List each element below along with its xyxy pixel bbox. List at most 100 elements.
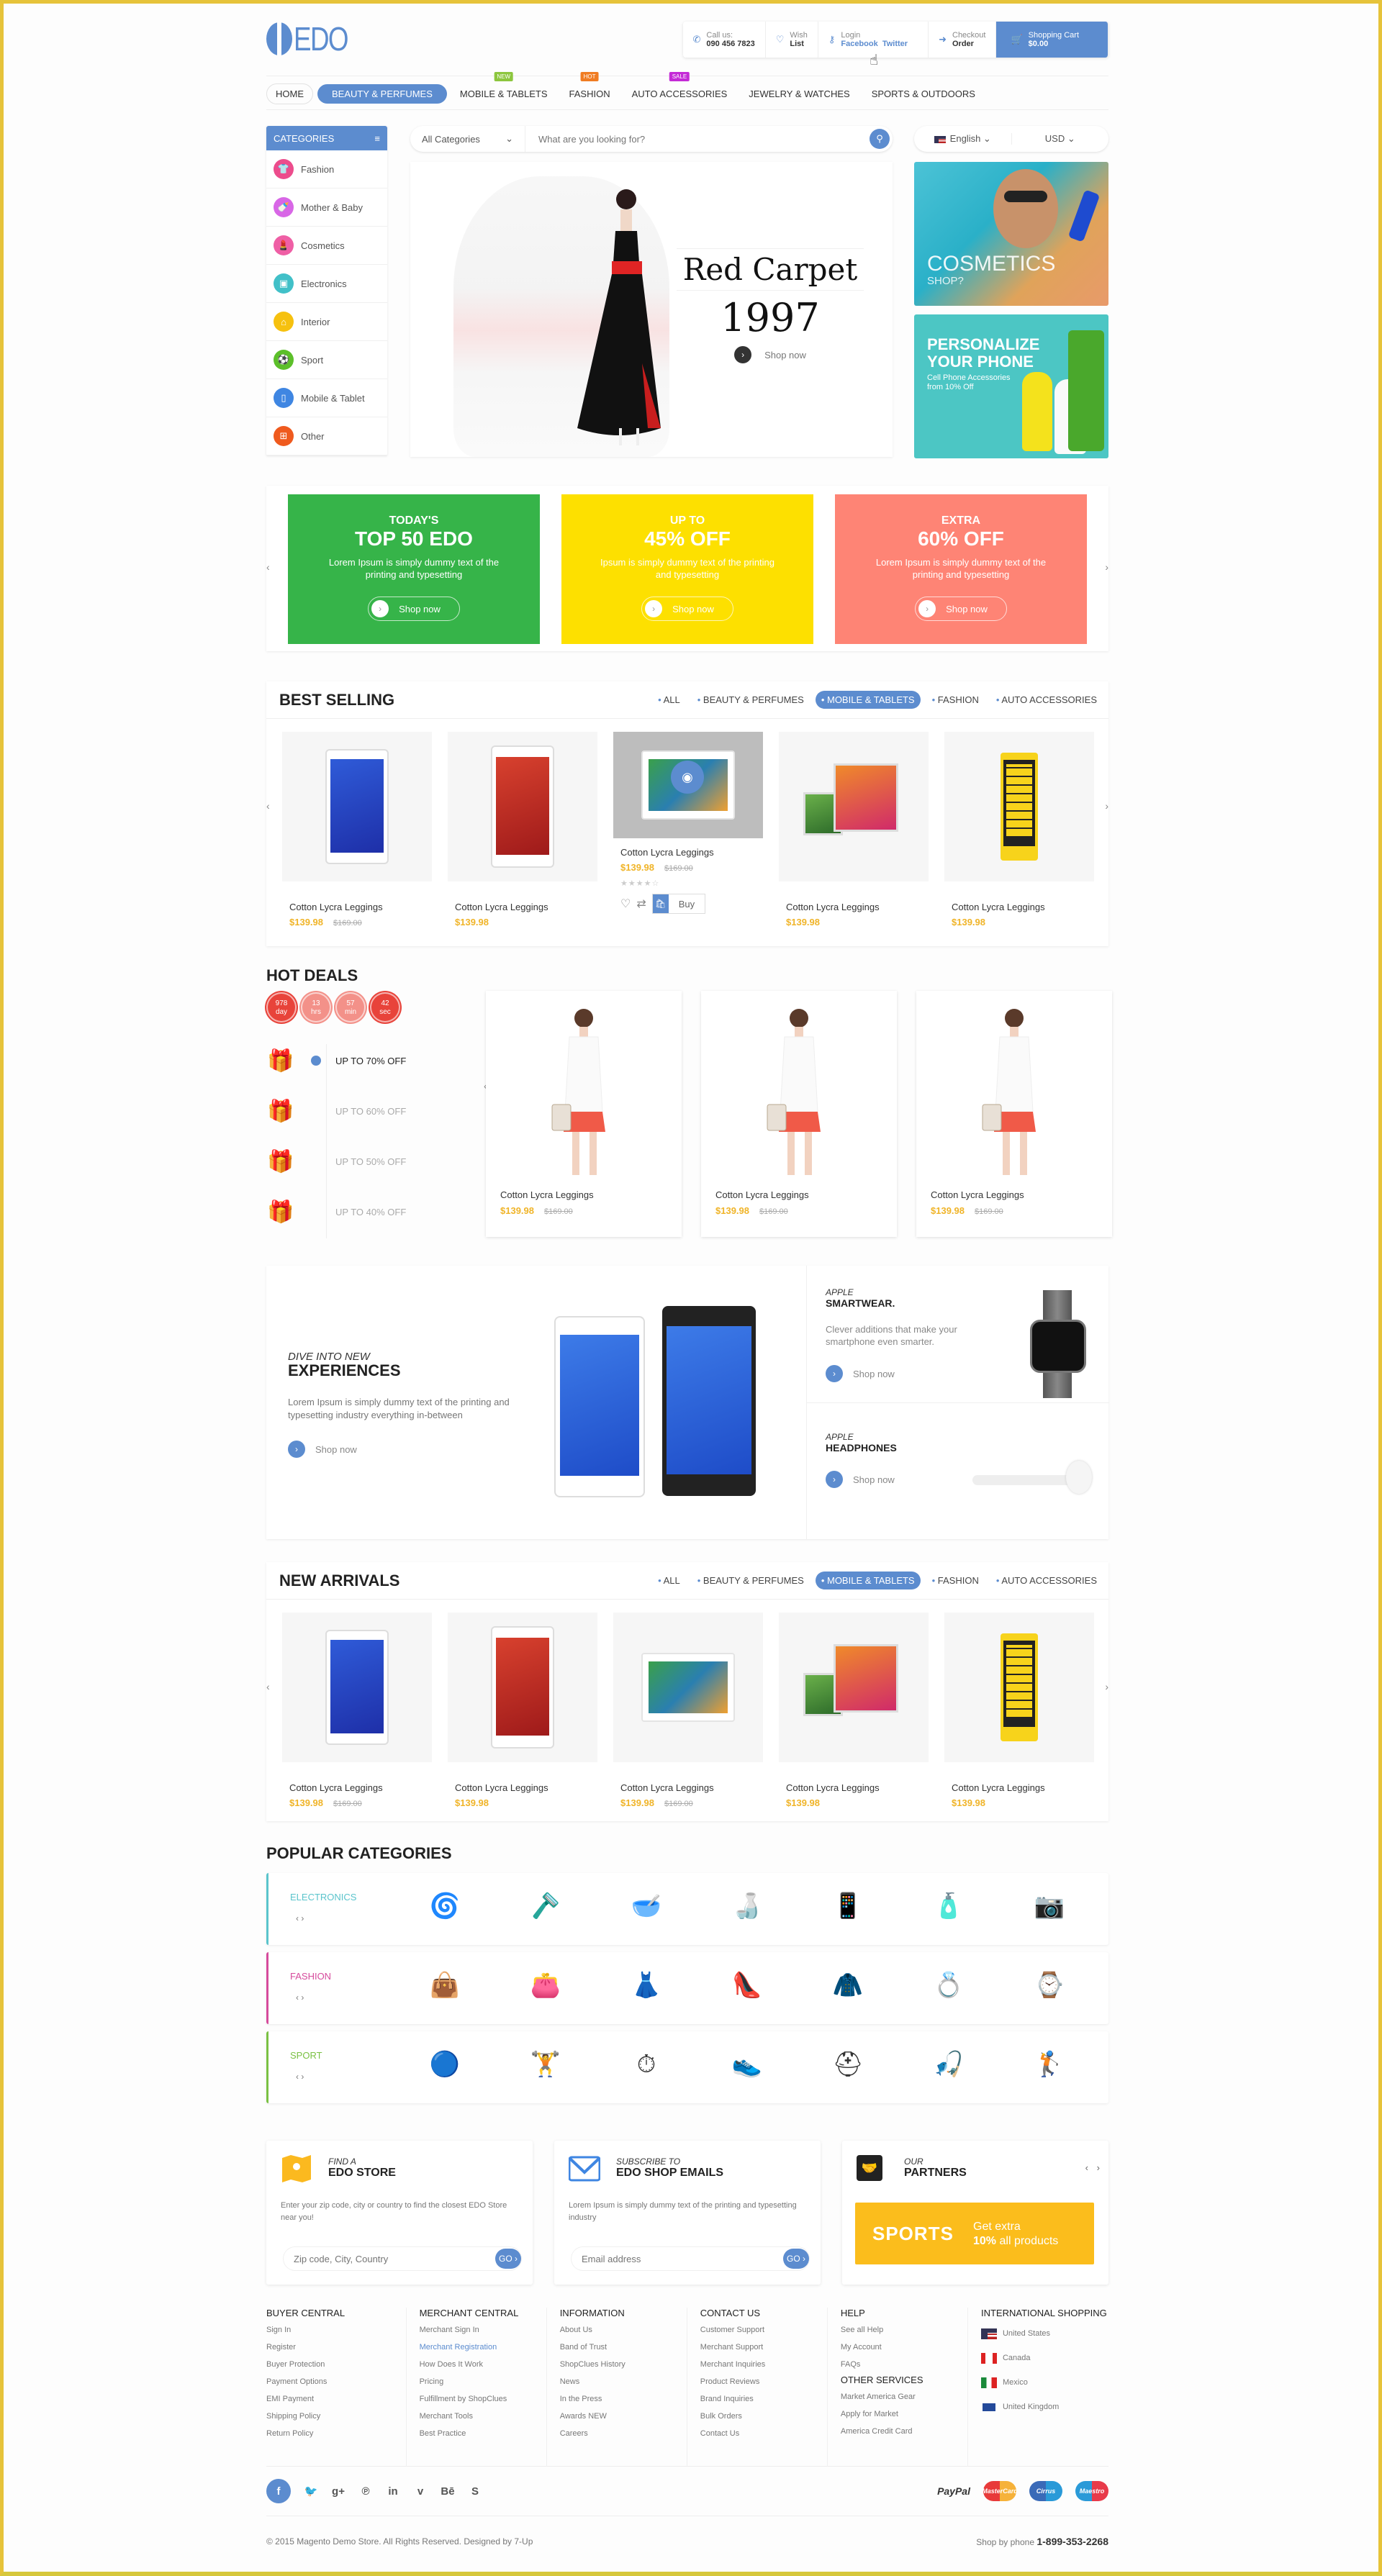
product-image[interactable] (944, 1613, 1094, 1762)
nav-item-beauty-perfumes[interactable]: BEAUTY & PERFUMES (317, 83, 447, 104)
footer-link-market-america-gear[interactable]: Market America Gear (841, 2388, 967, 2405)
product-image[interactable] (779, 1613, 929, 1762)
footer-link-brand-inquiries[interactable]: Brand Inquiries (700, 2390, 827, 2408)
product-image[interactable] (779, 732, 929, 881)
category-label[interactable]: SPORT (290, 2050, 322, 2061)
google-plus-icon[interactable]: g+ (331, 2485, 346, 2498)
prev-arrow-icon[interactable]: ‹ (266, 1681, 270, 1692)
product-image[interactable] (282, 1613, 432, 1762)
categories-header[interactable]: CATEGORIES ≡ (266, 126, 387, 150)
twitter-login-link[interactable]: Twitter (882, 40, 908, 48)
product-name[interactable]: Cotton Lycra Leggings (715, 1189, 809, 1200)
country-mexico[interactable]: Mexico (980, 2370, 1108, 2395)
product-name[interactable]: Cotton Lycra Leggings (952, 1782, 1094, 1793)
clutch-image[interactable]: 👛 (528, 1964, 564, 2007)
facebook-icon[interactable]: f (266, 2479, 291, 2503)
product-card[interactable]: Cotton Lycra Leggings $139.98 $169.00 (282, 732, 432, 955)
product-image[interactable] (448, 732, 597, 881)
hero-slider[interactable]: Red Carpet 1997 › Shop now (410, 162, 893, 457)
language-select[interactable]: English ⌄ (914, 133, 1012, 145)
search-button[interactable]: ⚲ (870, 129, 890, 149)
footer-link-pricing[interactable]: Pricing (420, 2373, 546, 2390)
phone-image[interactable]: 📱 (830, 1885, 866, 1928)
footer-link-merchant-registration[interactable]: Merchant Registration (420, 2339, 546, 2356)
tab-beauty-perfumes[interactable]: BEAUTY & PERFUMES (692, 1572, 810, 1589)
category-label[interactable]: ELECTRONICS (290, 1892, 356, 1902)
linkedin-icon[interactable]: in (386, 2485, 400, 2498)
footer-link-careers[interactable]: Careers (560, 2425, 687, 2442)
next-arrow-icon[interactable]: › (1105, 800, 1108, 812)
nav-item-mobile-tablets[interactable]: MOBILE & TABLETS NEW (451, 71, 556, 104)
zip-code-input[interactable] (294, 2253, 466, 2264)
footer-link-merchant-tools[interactable]: Merchant Tools (420, 2408, 546, 2425)
product-name[interactable]: Cotton Lycra Leggings (455, 902, 597, 912)
mixer-image[interactable]: 🥣 (628, 1885, 664, 1928)
next-arrow-icon[interactable]: › (301, 2072, 304, 2082)
category-fashion[interactable]: 👕 Fashion (266, 150, 387, 189)
footer-link-band-of-trust[interactable]: Band of Trust (560, 2339, 687, 2356)
footer-link-about-us[interactable]: About Us (560, 2321, 687, 2339)
skirt-image[interactable]: 👗 (628, 1964, 664, 2007)
footer-link-customer-support[interactable]: Customer Support (700, 2321, 827, 2339)
shop-now-button[interactable]: › Shop now (641, 597, 733, 621)
category-mother-baby[interactable]: 🍼 Mother & Baby (266, 189, 387, 227)
footer-link-payment-options[interactable]: Payment Options (266, 2373, 406, 2390)
nav-item-sports-outdoors[interactable]: SPORTS & OUTDOORS (863, 84, 984, 104)
tab-beauty-perfumes[interactable]: BEAUTY & PERFUMES (692, 691, 810, 709)
product-card[interactable]: Cotton Lycra Leggings $139.98 (944, 732, 1094, 955)
wishlist-link[interactable]: ♡ Wish List (766, 22, 818, 58)
footer-link-merchant-sign-in[interactable]: Merchant Sign In (420, 2321, 546, 2339)
behance-icon[interactable]: Bē (441, 2485, 455, 2498)
product-name[interactable]: Cotton Lycra Leggings (931, 1189, 1024, 1200)
footer-link-bulk-orders[interactable]: Bulk Orders (700, 2408, 827, 2425)
facebook-login-link[interactable]: Facebook (841, 40, 877, 48)
category-interior[interactable]: ⌂ Interior (266, 303, 387, 341)
quick-view-eye-icon[interactable]: ◉ (671, 761, 704, 794)
stand-mixer-image[interactable]: 🍶 (729, 1885, 765, 1928)
camera-image[interactable]: 📷 (1031, 1885, 1067, 1928)
checkout-link[interactable]: ➜ Checkout Order (929, 22, 997, 58)
tab-auto-accessories[interactable]: AUTO ACCESSORIES (990, 1572, 1103, 1589)
deal-tier[interactable]: 🎁 UP TO 70% OFF (266, 1035, 482, 1086)
country-united-kingdom[interactable]: United Kingdom (980, 2395, 1108, 2419)
deal-tier[interactable]: 🎁 UP TO 50% OFF (266, 1136, 482, 1187)
partners-next-button[interactable]: › (1097, 2162, 1100, 2173)
footer-link-my-account[interactable]: My Account (841, 2339, 967, 2356)
category-electronics[interactable]: ▣ Electronics (266, 265, 387, 303)
vimeo-icon[interactable]: v (413, 2485, 428, 2498)
heater-image[interactable]: 🧴 (931, 1885, 967, 1928)
sport-watch-image[interactable]: ⏱ (628, 2043, 664, 2086)
product-image[interactable] (448, 1613, 597, 1762)
cosmetics-banner[interactable]: COSMETICS SHOP? (914, 162, 1108, 306)
partners-prev-button[interactable]: ‹ (1085, 2162, 1088, 2173)
prev-arrow-icon[interactable]: ‹ (266, 561, 270, 573)
nav-item-jewelry-watches[interactable]: JEWELRY & WATCHES (740, 84, 858, 104)
rings-image[interactable]: 💍 (931, 1964, 967, 2007)
product-card[interactable]: Cotton Lycra Leggings $139.98 $169.00 (613, 1613, 763, 1836)
footer-link-register[interactable]: Register (266, 2339, 406, 2356)
slide-shop-now-button[interactable]: › Shop now (734, 346, 806, 363)
buy-button[interactable]: 🛍 Buy (651, 894, 706, 914)
watch-image[interactable]: ⌚ (1031, 1964, 1067, 2007)
footer-link-emi-payment[interactable]: EMI Payment (266, 2390, 406, 2408)
product-image[interactable] (944, 732, 1094, 881)
deal-product-card[interactable]: Cotton Lycra Leggings $139.98 $169.00 (916, 991, 1112, 1237)
deal-product-card[interactable]: Cotton Lycra Leggings $139.98 $169.00 (701, 991, 897, 1237)
product-name[interactable]: Cotton Lycra Leggings (620, 1782, 763, 1793)
fan-image[interactable]: 🌀 (427, 1885, 463, 1928)
product-name[interactable]: Cotton Lycra Leggings (455, 1782, 597, 1793)
product-image[interactable]: ◉ (613, 732, 763, 838)
footer-link-product-reviews[interactable]: Product Reviews (700, 2373, 827, 2390)
tab-fashion[interactable]: FASHION (926, 691, 985, 709)
compare-icon[interactable]: ⇄ (636, 897, 646, 911)
sports-partner-banner[interactable]: SPORTS Get extra 10% all products (855, 2203, 1094, 2264)
country-canada[interactable]: Canada (980, 2346, 1108, 2370)
currency-select[interactable]: USD ⌄ (1012, 133, 1109, 145)
next-arrow-icon[interactable]: › (301, 1992, 304, 2003)
product-image[interactable] (613, 1613, 763, 1762)
footer-link-awards-new[interactable]: Awards NEW (560, 2408, 687, 2425)
sneaker-image[interactable]: 👟 (729, 2043, 765, 2086)
product-name[interactable]: Cotton Lycra Leggings (289, 902, 432, 912)
promo-box[interactable]: EXTRA 60% OFF Lorem Ipsum is simply dummy … (835, 494, 1087, 644)
shop-now-button[interactable]: › Shop now (826, 1471, 895, 1488)
